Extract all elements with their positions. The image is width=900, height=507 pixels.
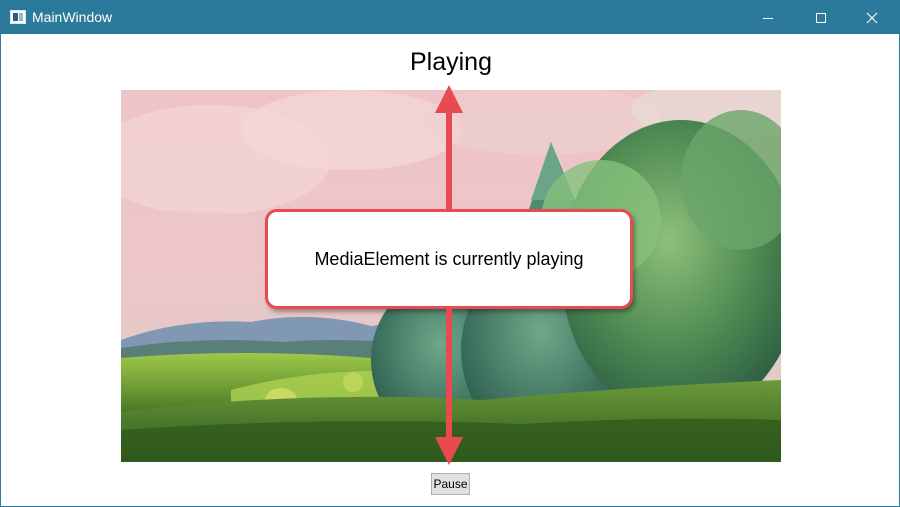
- main-window: MainWindow Playing MediaElement is curre…: [0, 0, 900, 507]
- minimize-icon: [763, 17, 773, 19]
- playback-status-label: Playing: [410, 48, 492, 76]
- maximize-button[interactable]: [798, 1, 844, 34]
- minimize-button[interactable]: [745, 1, 791, 34]
- app-window-icon: [10, 10, 26, 24]
- window-title: MainWindow: [32, 9, 113, 25]
- title-bar[interactable]: MainWindow: [1, 1, 899, 34]
- callout-text: MediaElement is currently playing: [314, 248, 584, 269]
- pause-button[interactable]: Pause: [431, 473, 470, 495]
- close-icon: [866, 12, 878, 23]
- maximize-icon: [816, 12, 826, 23]
- close-button[interactable]: [849, 1, 895, 34]
- annotation-callout: MediaElement is currently playing: [265, 209, 633, 309]
